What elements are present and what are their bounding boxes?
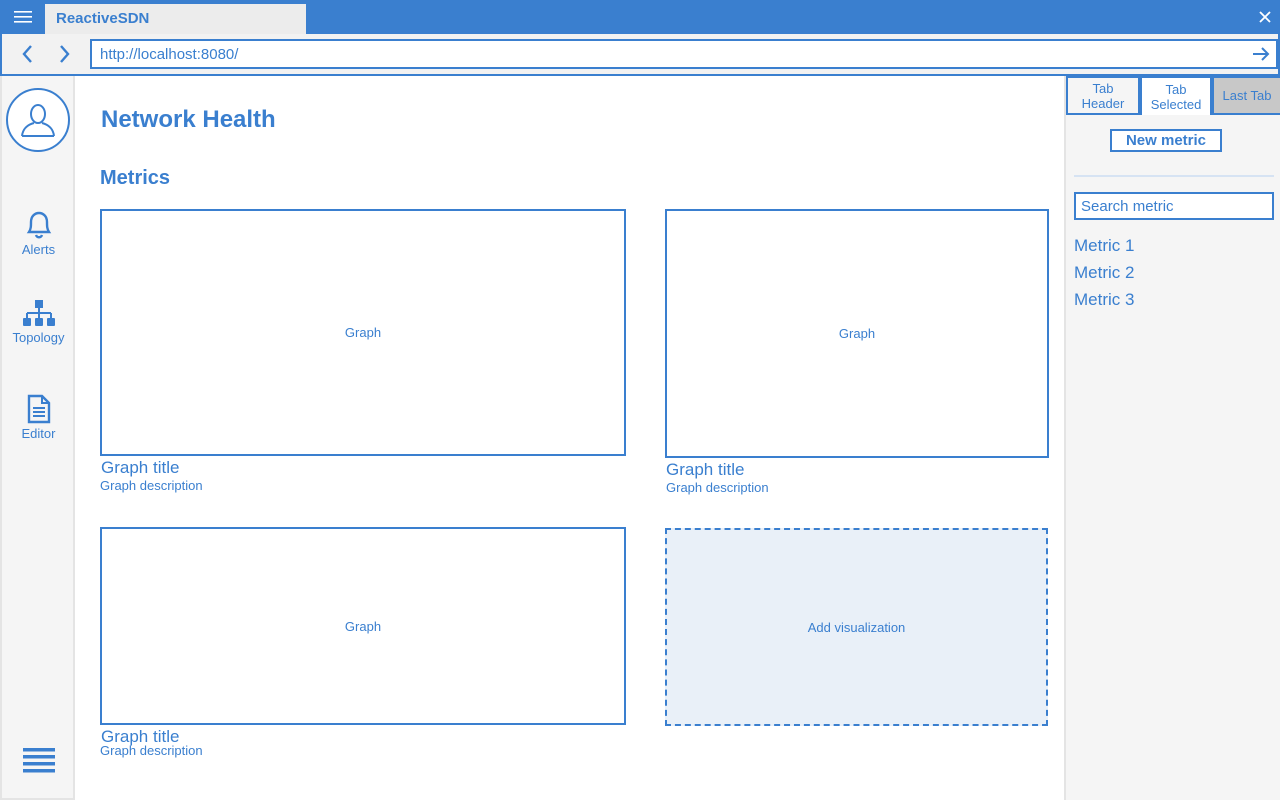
metric-item-2[interactable]: Metric 2	[1074, 263, 1134, 283]
graph-description: Graph description	[666, 480, 769, 495]
tab-header[interactable]: Tab Header	[1066, 76, 1140, 115]
menu-icon[interactable]	[0, 0, 45, 34]
new-metric-button[interactable]: New metric	[1110, 129, 1222, 152]
back-arrow-icon[interactable]	[16, 42, 40, 66]
search-metric-field[interactable]	[1074, 192, 1274, 220]
left-sidebar: Alerts Topology Editor	[0, 76, 75, 800]
sidebar-item-label: Alerts	[21, 242, 56, 257]
topology-icon	[22, 300, 55, 326]
graph-placeholder: Graph	[344, 325, 382, 340]
add-visualization-label: Add visualization	[807, 619, 906, 635]
sidebar-item-alerts[interactable]: Alerts	[2, 210, 75, 257]
title-bar: ReactiveSDN	[0, 0, 1280, 34]
url-input[interactable]	[92, 41, 1232, 67]
tab-bar: Tab Header Tab Selected Last Tab	[1066, 76, 1280, 115]
graph-panel-3[interactable]: Graph	[100, 527, 626, 725]
right-panel: Tab Header Tab Selected Last Tab New met…	[1064, 76, 1280, 800]
bell-icon	[26, 211, 51, 239]
avatar[interactable]	[6, 88, 70, 152]
graph-title: Graph title	[666, 460, 745, 479]
graph-panel-2[interactable]: Graph	[665, 209, 1049, 458]
user-icon	[21, 104, 55, 137]
add-visualization-button[interactable]: Add visualization	[665, 528, 1048, 726]
url-field[interactable]	[90, 39, 1278, 69]
search-metric-input[interactable]	[1076, 194, 1266, 218]
hamburger-icon[interactable]	[22, 746, 56, 776]
sidebar-item-label: Topology	[12, 330, 65, 345]
sidebar-item-topology[interactable]: Topology	[2, 300, 75, 345]
forward-arrow-icon[interactable]	[52, 42, 76, 66]
graph-placeholder: Graph	[344, 618, 382, 634]
go-arrow-icon[interactable]	[1250, 43, 1272, 65]
tab-last[interactable]: Last Tab	[1212, 76, 1280, 115]
app-tab[interactable]: ReactiveSDN	[45, 4, 306, 34]
tab-selected[interactable]: Tab Selected	[1140, 76, 1212, 115]
main-content: Network Health Metrics Graph Graph title…	[75, 76, 1064, 800]
graph-description: Graph description	[100, 478, 203, 493]
sidebar-item-label: Editor	[21, 426, 56, 441]
graph-title: Graph title	[101, 458, 180, 477]
page-title: Network Health	[101, 106, 276, 133]
metric-item-3[interactable]: Metric 3	[1074, 290, 1134, 310]
close-icon[interactable]	[1252, 0, 1278, 34]
graph-placeholder: Graph	[838, 326, 876, 341]
document-icon	[27, 394, 50, 424]
section-title: Metrics	[100, 167, 171, 189]
metric-item-1[interactable]: Metric 1	[1074, 236, 1134, 256]
graph-panel-1[interactable]: Graph	[100, 209, 626, 456]
graph-description: Graph description	[100, 743, 203, 758]
sidebar-item-editor[interactable]: Editor	[2, 394, 75, 441]
address-bar	[0, 34, 1280, 76]
divider	[1074, 175, 1274, 177]
